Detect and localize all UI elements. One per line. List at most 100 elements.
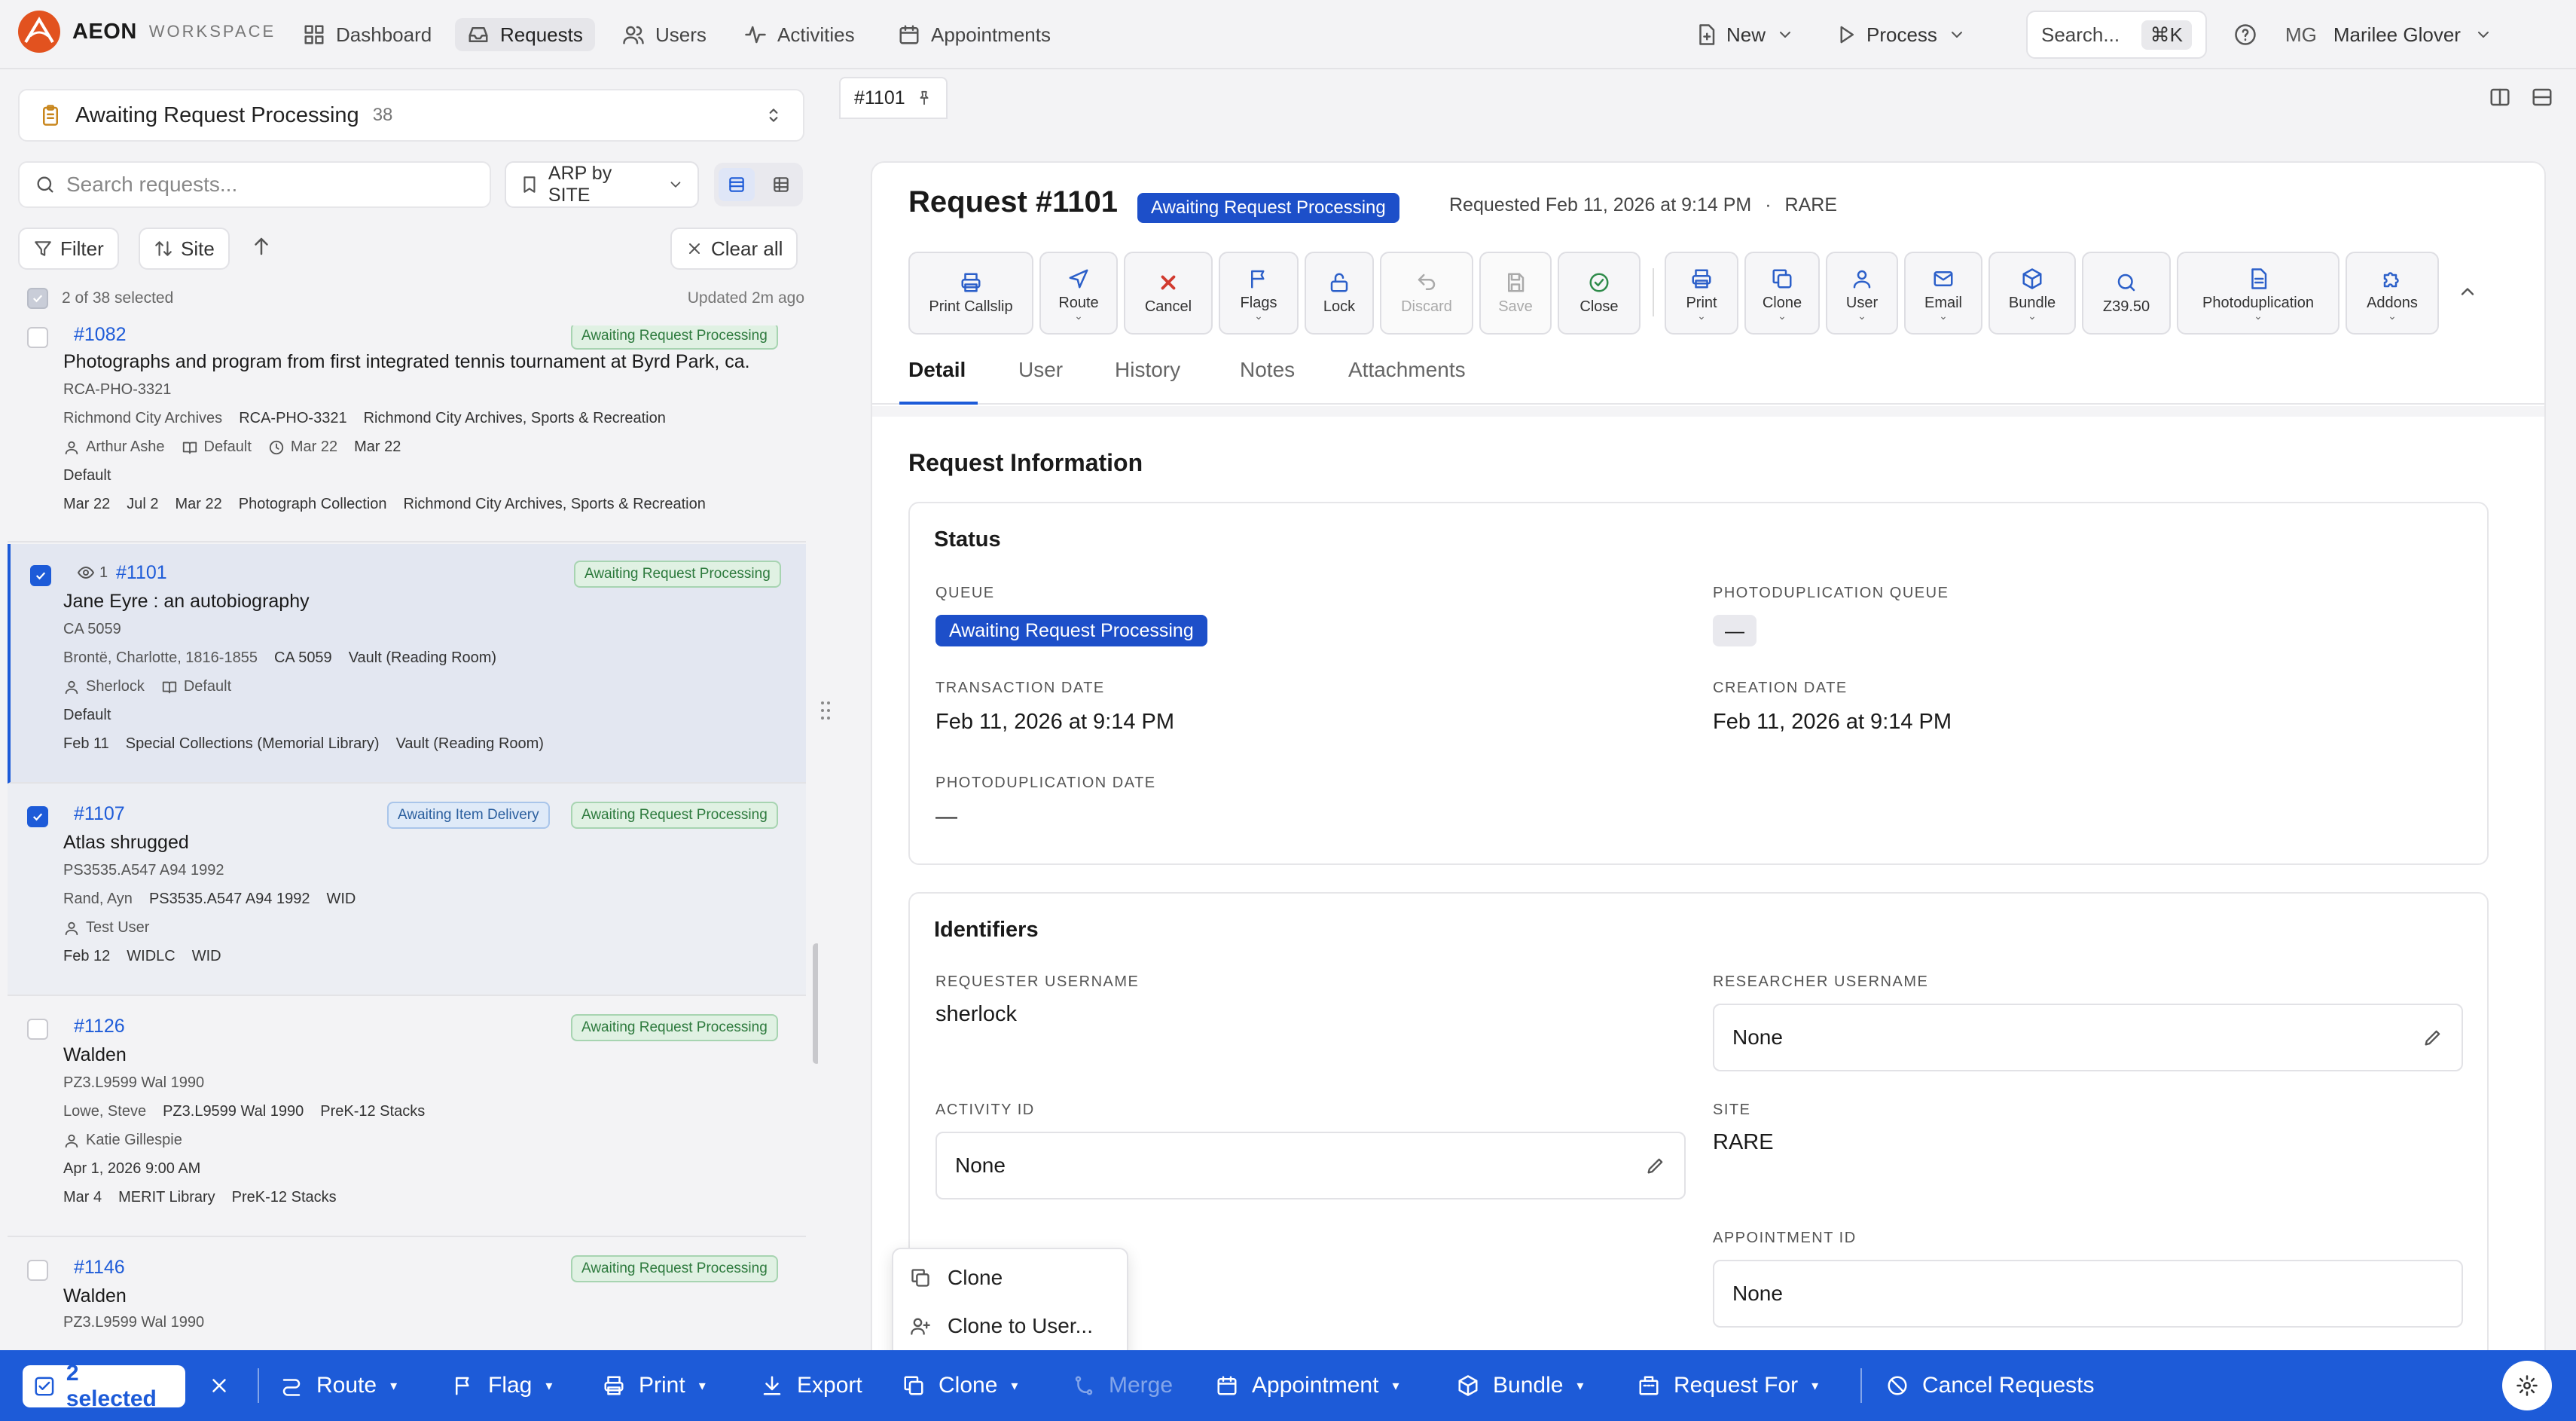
bulk-bundle-button[interactable]: Bundle ▾: [1457, 1368, 1583, 1403]
nav-requests[interactable]: Requests: [455, 18, 595, 51]
menu-item-clone[interactable]: Clone: [910, 1257, 1003, 1299]
tab-user[interactable]: User: [1018, 358, 1063, 382]
bulk-flag-button[interactable]: Flag ▾: [452, 1368, 552, 1403]
pin-icon[interactable]: [916, 90, 932, 106]
play-icon: [1840, 26, 1854, 44]
filter-button[interactable]: Filter: [18, 228, 119, 270]
site-value: RARE: [1713, 1130, 1774, 1154]
pencil-icon[interactable]: [2422, 1026, 2443, 1049]
clone-button[interactable]: Clone ⌄: [1744, 252, 1820, 335]
request-card[interactable]: #1082 Awaiting Request Processing Photog…: [8, 325, 806, 542]
queue-selector[interactable]: Awaiting Request Processing 38: [18, 89, 804, 142]
cancel-button[interactable]: Cancel: [1124, 252, 1213, 335]
new-button[interactable]: New: [1695, 18, 1794, 51]
photoduplication-button[interactable]: Photoduplication ⌄: [2177, 252, 2339, 335]
request-title: Request #1101: [908, 185, 1118, 218]
sort-direction-button[interactable]: [250, 235, 273, 258]
nav-activities[interactable]: Activities: [732, 18, 867, 51]
bulk-print-button[interactable]: Print ▾: [603, 1368, 706, 1403]
row-checkbox[interactable]: [30, 565, 51, 586]
panel-resize-handle[interactable]: [818, 69, 833, 1350]
route-button[interactable]: Route ⌄: [1039, 252, 1118, 335]
bulk-clone-button[interactable]: Clone ▾: [902, 1368, 1018, 1403]
users-icon: [623, 26, 644, 44]
user-button[interactable]: User ⌄: [1826, 252, 1898, 335]
help-button[interactable]: [2234, 18, 2257, 51]
row-checkbox[interactable]: [27, 806, 48, 827]
calendar-icon: [1217, 1376, 1237, 1395]
bulk-merge-button[interactable]: Merge: [1073, 1368, 1173, 1403]
tab-notes[interactable]: Notes: [1240, 358, 1295, 382]
tab-history[interactable]: History: [1115, 358, 1180, 382]
row-checkbox[interactable]: [27, 327, 48, 348]
bulk-route-button[interactable]: Route ▾: [280, 1368, 397, 1403]
addons-button[interactable]: Addons ⌄: [2346, 252, 2439, 335]
list-view-toggle[interactable]: [718, 168, 755, 201]
user-menu[interactable]: MG Marilee Glover: [2285, 18, 2492, 51]
clear-all-button[interactable]: Clear all: [670, 228, 798, 270]
lock-button[interactable]: Lock: [1305, 252, 1374, 335]
request-id[interactable]: #1146: [74, 1257, 125, 1279]
request-id[interactable]: #1107: [74, 803, 125, 825]
chevron-up-icon[interactable]: [2457, 280, 2478, 303]
z3950-button[interactable]: Z39.50: [2082, 252, 2171, 335]
bulk-request-for-button[interactable]: Request For ▾: [1637, 1368, 1818, 1403]
bulk-appointment-button[interactable]: Appointment ▾: [1216, 1368, 1399, 1403]
clipboard-icon: [43, 105, 58, 126]
selected-count-badge[interactable]: 2 selected: [23, 1361, 185, 1411]
printer-icon: [604, 1376, 624, 1395]
request-id[interactable]: #1082: [74, 325, 127, 346]
user-icon: [1853, 270, 1871, 288]
researcher-username-field[interactable]: None: [1713, 1004, 2463, 1071]
tab-attachments[interactable]: Attachments: [1348, 358, 1466, 382]
table-view-toggle[interactable]: [763, 168, 799, 201]
request-id[interactable]: #1126: [74, 1016, 125, 1037]
brand[interactable]: AEON WORKSPACE: [17, 9, 276, 54]
nav-appointments[interactable]: Appointments: [886, 18, 1063, 51]
tab-detail[interactable]: Detail: [908, 358, 966, 382]
user-icon: [65, 1134, 78, 1147]
request-title: Photographs and program from first integ…: [63, 351, 750, 372]
nav-dashboard[interactable]: Dashboard: [291, 18, 444, 51]
pencil-icon[interactable]: [1645, 1154, 1666, 1177]
bulk-export-button[interactable]: Export: [761, 1368, 862, 1403]
select-all-checkbox[interactable]: [27, 288, 48, 309]
sort-button[interactable]: Site: [139, 228, 230, 270]
email-button[interactable]: Email ⌄: [1904, 252, 1982, 335]
close-button[interactable]: Close: [1558, 252, 1641, 335]
saved-view-button[interactable]: ARP by SITE: [505, 161, 699, 208]
search-requests-input[interactable]: Search requests...: [18, 161, 491, 208]
row-checkbox[interactable]: [27, 1019, 48, 1040]
creation-date: Feb 11, 2026 at 9:14 PM: [1713, 710, 1952, 734]
process-button[interactable]: Process: [1835, 18, 1966, 51]
bulk-cancel-requests-button[interactable]: Cancel Requests: [1886, 1368, 2094, 1403]
table-view-icon: [773, 177, 789, 192]
selection-info: 2 of 38 selected: [27, 288, 173, 309]
settings-button[interactable]: [2502, 1361, 2552, 1410]
activity-id-field[interactable]: None: [935, 1132, 1686, 1199]
print-button[interactable]: Print ⌄: [1665, 252, 1738, 335]
flags-button[interactable]: Flags ⌄: [1219, 252, 1299, 335]
bundle-button[interactable]: Bundle ⌄: [1988, 252, 2076, 335]
open-tab[interactable]: #1101: [839, 77, 948, 119]
print-callslip-button[interactable]: Print Callslip: [908, 252, 1033, 335]
appointment-id-field[interactable]: None: [1713, 1260, 2463, 1328]
row-checkbox[interactable]: [27, 1260, 48, 1281]
request-card[interactable]: #1126 Awaiting Request Processing Walden…: [8, 996, 806, 1237]
request-card-selected[interactable]: #1107 Awaiting Item Delivery Awaiting Re…: [8, 784, 806, 996]
clear-selection-button[interactable]: [208, 1368, 244, 1403]
request-card-selected[interactable]: 1 #1101 Awaiting Request Processing Jane…: [8, 544, 806, 784]
split-view-icon[interactable]: [2489, 86, 2511, 108]
copy-icon: [911, 1269, 929, 1287]
aeon-logo-icon: [18, 11, 60, 53]
request-id[interactable]: #1101: [116, 562, 167, 584]
menu-item-clone-to-user[interactable]: Clone to User...: [910, 1305, 1093, 1347]
stack-view-icon[interactable]: [2531, 86, 2553, 108]
save-button[interactable]: Save: [1479, 252, 1552, 335]
transaction-date: Feb 11, 2026 at 9:14 PM: [935, 710, 1175, 734]
queue-badge: Awaiting Request Processing: [935, 615, 1207, 646]
global-search[interactable]: Search... ⌘K: [2026, 11, 2207, 59]
nav-users[interactable]: Users: [610, 18, 719, 51]
photoduplication-date: —: [935, 805, 957, 829]
discard-button[interactable]: Discard: [1380, 252, 1473, 335]
